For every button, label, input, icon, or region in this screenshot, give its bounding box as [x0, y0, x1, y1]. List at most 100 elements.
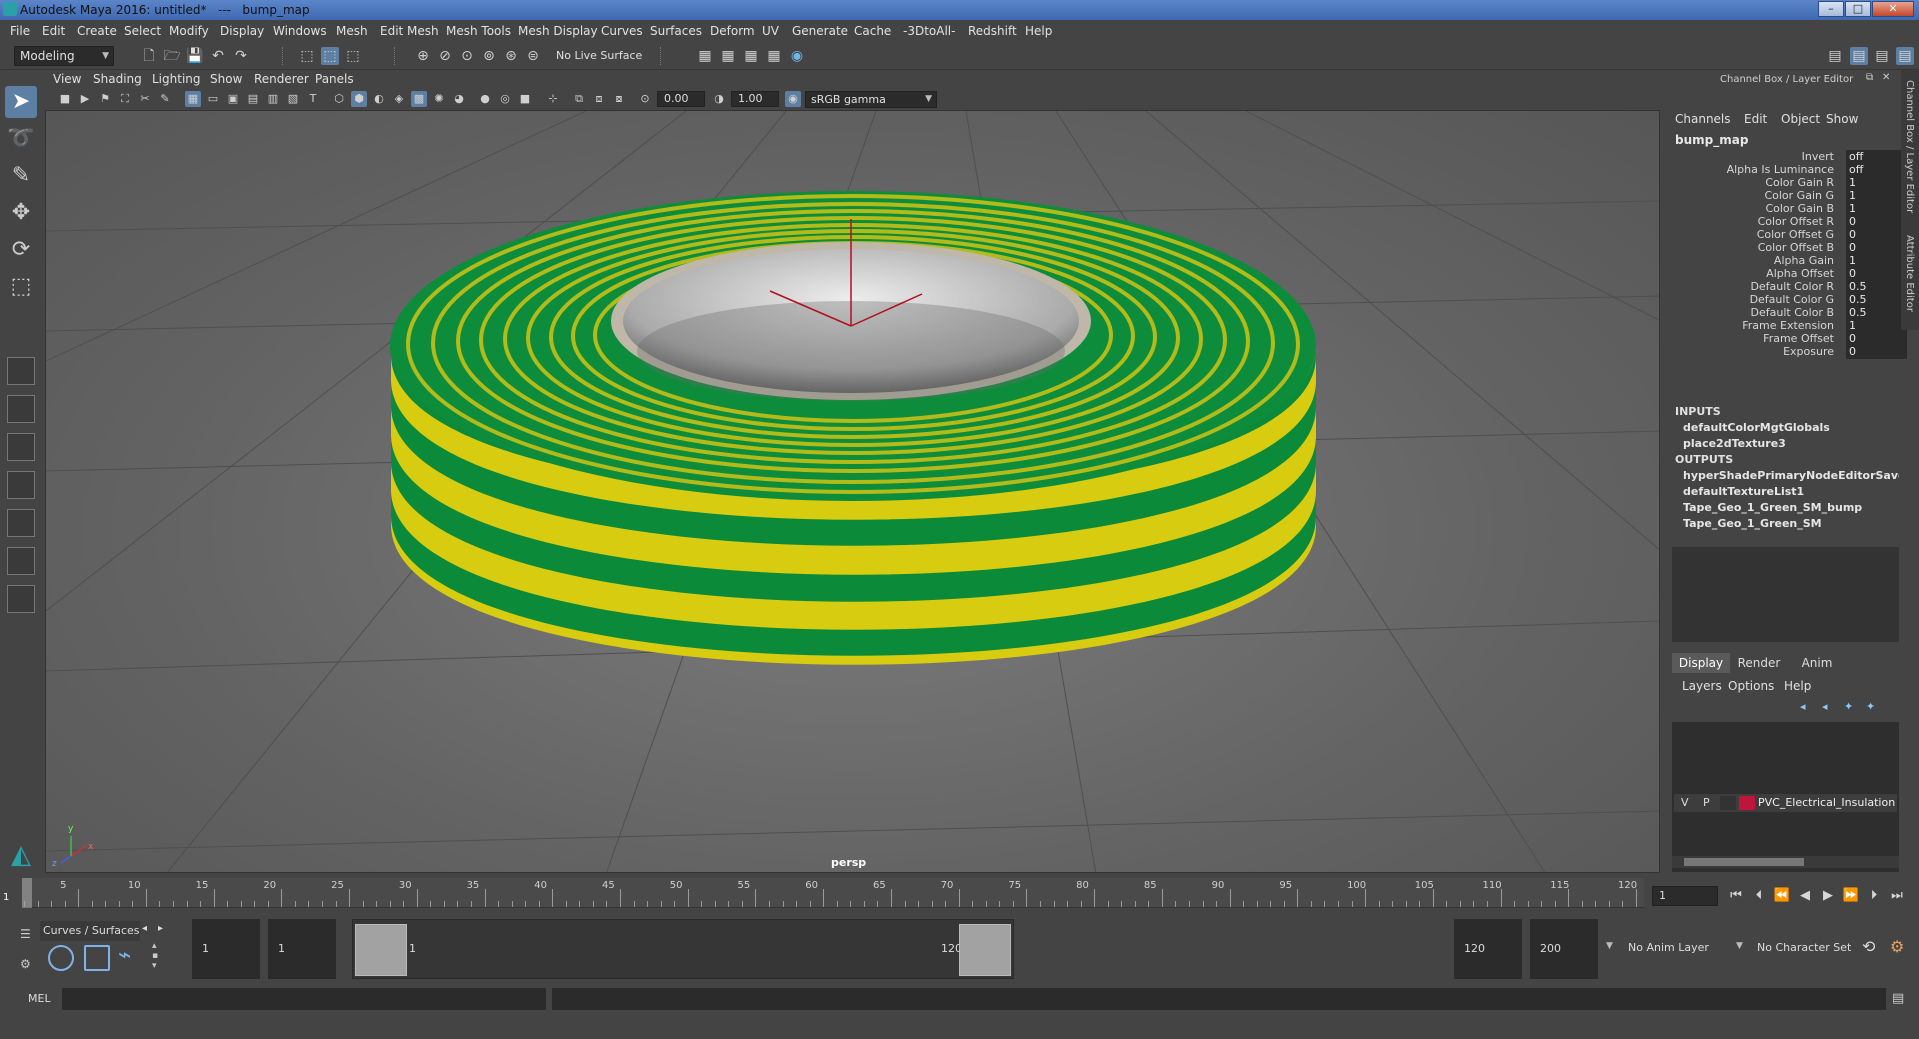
- playback-end-field[interactable]: 120: [1454, 919, 1522, 979]
- safe-action-icon[interactable]: ▧: [285, 91, 301, 107]
- attribute-row[interactable]: Color Gain R 1: [1675, 176, 1907, 190]
- node-name[interactable]: bump_map: [1675, 133, 1748, 147]
- step-back-icon[interactable]: ⏴: [1750, 886, 1768, 906]
- hypershade-layout-icon[interactable]: [7, 547, 35, 575]
- command-input[interactable]: [62, 988, 546, 1010]
- shelf-settings-icon[interactable]: ⚙: [20, 957, 31, 971]
- custom-layout-icon[interactable]: [7, 585, 35, 613]
- two-d-pan-icon[interactable]: ✂: [137, 91, 153, 107]
- live-surface-label[interactable]: No Live Surface: [556, 49, 642, 62]
- animation-end-field[interactable]: 200: [1530, 919, 1598, 979]
- exposure-field[interactable]: 0.00: [657, 91, 705, 107]
- multisample-aa-icon[interactable]: ■: [517, 91, 533, 107]
- attribute-name[interactable]: Frame Offset: [1763, 332, 1834, 345]
- anim-prefs-icon[interactable]: ⚙: [1890, 937, 1904, 956]
- attribute-name[interactable]: Color Offset B: [1758, 241, 1834, 254]
- attribute-value-field[interactable]: 0: [1846, 332, 1907, 346]
- cb-menu-edit[interactable]: Edit: [1744, 112, 1767, 126]
- outliner-layout-icon[interactable]: [7, 471, 35, 499]
- attribute-name[interactable]: Color Offset G: [1757, 228, 1834, 241]
- range-slider[interactable]: 1 120: [352, 919, 1014, 979]
- menu-mesh-display[interactable]: Mesh Display: [518, 24, 598, 38]
- range-start-handle[interactable]: [355, 924, 407, 976]
- menu-surfaces[interactable]: Surfaces: [650, 24, 702, 38]
- menu-deform[interactable]: Deform: [710, 24, 755, 38]
- attribute-name[interactable]: Color Offset R: [1758, 215, 1834, 228]
- hypershade-icon[interactable]: ◉: [788, 47, 806, 65]
- animation-start-field[interactable]: 1: [192, 919, 260, 979]
- attribute-value-field[interactable]: 0: [1846, 267, 1907, 281]
- go-to-start-icon[interactable]: ⏮: [1727, 886, 1745, 906]
- vp-menu-show[interactable]: Show: [210, 72, 242, 86]
- layer-menu-help[interactable]: Help: [1784, 679, 1811, 693]
- xray-joints-icon[interactable]: ⧈: [591, 91, 607, 107]
- menu-select[interactable]: Select: [124, 24, 161, 38]
- layer-color-swatch[interactable]: [1739, 796, 1755, 810]
- layer-visibility-toggle[interactable]: V: [1681, 796, 1689, 809]
- shelf-scroll-left-icon[interactable]: ◂: [142, 923, 147, 934]
- move-layer-down-icon[interactable]: ◂: [1822, 700, 1828, 713]
- close-panel-icon[interactable]: ✕: [1882, 72, 1890, 83]
- gamma-icon[interactable]: ◑: [711, 91, 727, 107]
- step-forward-key-icon[interactable]: ⏩: [1842, 886, 1860, 906]
- layer-playback-toggle[interactable]: P: [1703, 796, 1710, 809]
- attribute-name[interactable]: Default Color G: [1750, 293, 1834, 306]
- render-current-icon[interactable]: ▦: [719, 47, 737, 65]
- attribute-value-field[interactable]: 0.5: [1846, 280, 1907, 294]
- menu-mesh-tools[interactable]: Mesh Tools: [446, 24, 511, 38]
- menu-3dtoall[interactable]: -3DtoAll-: [903, 24, 955, 38]
- color-space-dropdown[interactable]: sRGB gamma ▼: [805, 91, 937, 108]
- scrollbar-thumb[interactable]: [1684, 858, 1804, 866]
- attribute-value-field[interactable]: 0.5: [1846, 293, 1907, 307]
- isolate-select-icon[interactable]: ⊹: [545, 91, 561, 107]
- attribute-value-field[interactable]: 0: [1846, 345, 1907, 359]
- attribute-row[interactable]: Default Color G 0.5: [1675, 293, 1907, 307]
- render-view-icon[interactable]: ▦: [696, 47, 714, 65]
- camera-attr-icon[interactable]: ▶: [77, 91, 93, 107]
- step-back-key-icon[interactable]: ⏪: [1773, 886, 1791, 906]
- attribute-row[interactable]: Frame Extension 1: [1675, 319, 1907, 333]
- menu-curves[interactable]: Curves: [601, 24, 643, 38]
- ipr-render-icon[interactable]: ▦: [742, 47, 760, 65]
- wireframe-icon[interactable]: ⬡: [331, 91, 347, 107]
- current-frame-field[interactable]: 1: [1652, 886, 1718, 906]
- attribute-row[interactable]: Color Offset R 0: [1675, 215, 1907, 229]
- menu-redshift[interactable]: Redshift: [968, 24, 1017, 38]
- attribute-row[interactable]: Default Color R 0.5: [1675, 280, 1907, 294]
- grid-icon[interactable]: ▦: [185, 91, 201, 107]
- menu-uv[interactable]: UV: [762, 24, 779, 38]
- vp-menu-renderer[interactable]: Renderer: [254, 72, 309, 86]
- menu-display[interactable]: Display: [220, 24, 264, 38]
- range-end-handle[interactable]: [959, 924, 1011, 976]
- move-tool-icon[interactable]: ✥: [5, 197, 37, 229]
- attribute-value-field[interactable]: off: [1846, 163, 1907, 177]
- shadows-icon[interactable]: ◕: [451, 91, 467, 107]
- lasso-tool-icon[interactable]: ➰: [5, 123, 37, 155]
- attribute-name[interactable]: Default Color B: [1751, 306, 1834, 319]
- new-layer-selected-icon[interactable]: ✦: [1866, 700, 1875, 713]
- time-slider[interactable]: 5 10 15 20 25 30 35 40 45 50 55 60 65 70 75 80 85 90 95 100…: [0, 875, 1919, 913]
- image-plane-icon[interactable]: ⛶: [117, 91, 133, 107]
- output-node[interactable]: defaultTextureList1: [1683, 485, 1899, 498]
- close-button[interactable]: ✕: [1872, 1, 1914, 17]
- rotate-tool-icon[interactable]: ⟳: [5, 234, 37, 266]
- attribute-value-field[interactable]: 0: [1846, 241, 1907, 255]
- vp-menu-view[interactable]: View: [53, 72, 81, 86]
- select-hierarchy-icon[interactable]: ⬚: [298, 47, 316, 65]
- menu-windows[interactable]: Windows: [273, 24, 327, 38]
- vp-menu-panels[interactable]: Panels: [315, 72, 354, 86]
- minimize-button[interactable]: –: [1818, 1, 1844, 17]
- snap-view-icon[interactable]: ⊚: [480, 47, 498, 65]
- attribute-row[interactable]: Alpha Offset 0: [1675, 267, 1907, 281]
- attribute-row[interactable]: Frame Offset 0: [1675, 332, 1907, 346]
- tab-attribute-editor[interactable]: Attribute Editor: [1904, 235, 1915, 312]
- nurbs-circle-icon[interactable]: [48, 945, 74, 971]
- attribute-value-field[interactable]: 1: [1846, 202, 1907, 216]
- snap-together-icon[interactable]: ⊜: [524, 47, 542, 65]
- play-backwards-icon[interactable]: ◀: [1796, 886, 1814, 906]
- attribute-row[interactable]: Alpha Gain 1: [1675, 254, 1907, 268]
- snap-point-icon[interactable]: ⊙: [458, 47, 476, 65]
- chevron-down-icon[interactable]: ▼: [1606, 941, 1613, 951]
- ambient-occlusion-icon[interactable]: ●: [477, 91, 493, 107]
- time-ruler[interactable]: 5 10 15 20 25 30 35 40 45 50 55 60 65 70 75 80 85 90 95 100…: [22, 878, 1644, 908]
